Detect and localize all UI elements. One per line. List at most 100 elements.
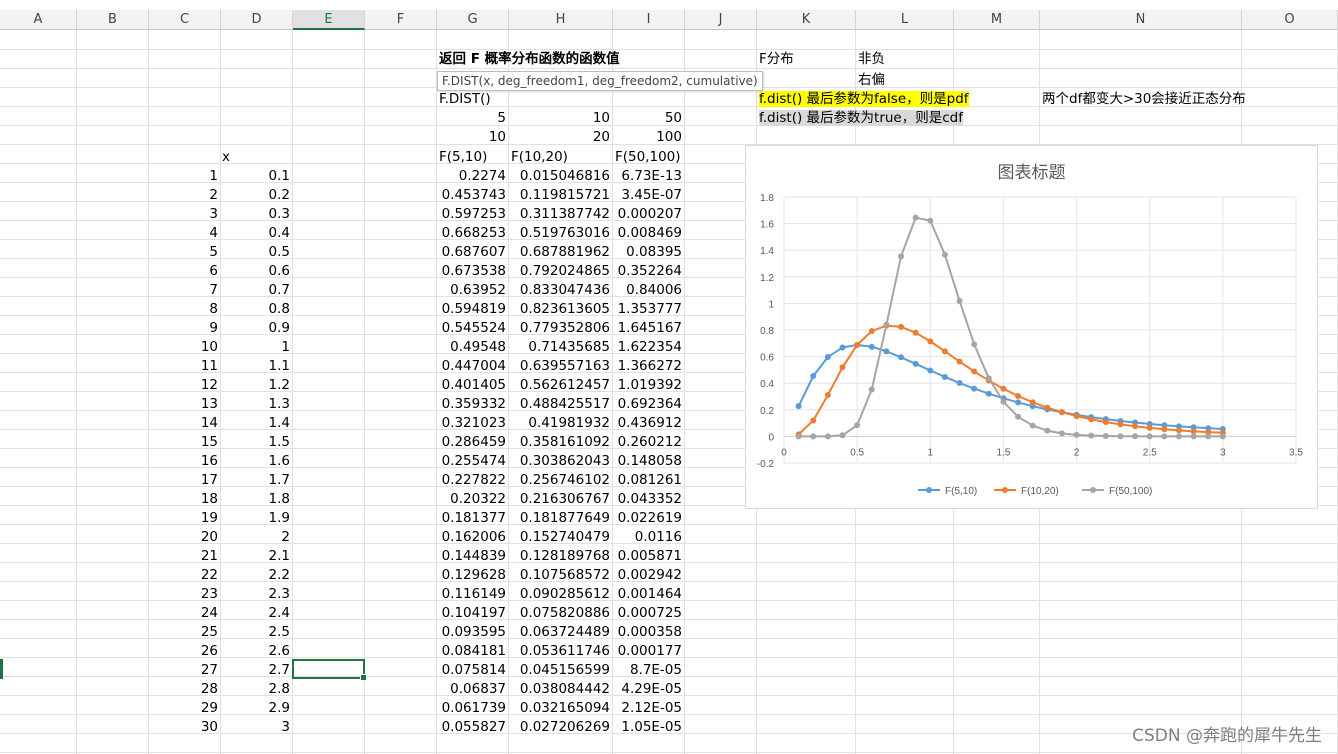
- cell-f50-100[interactable]: 0.436912: [613, 414, 685, 433]
- cell-f5-10[interactable]: 0.144839: [437, 547, 509, 566]
- cell-x[interactable]: 1.7: [221, 471, 293, 490]
- cell-f50-100[interactable]: 0.08395: [613, 243, 685, 262]
- cell-f5-10[interactable]: 0.545524: [437, 319, 509, 338]
- fill-handle[interactable]: [360, 674, 367, 681]
- cell-f50-100[interactable]: 0.081261: [613, 471, 685, 490]
- cell-index[interactable]: 2: [149, 186, 221, 205]
- cell-f5-10[interactable]: 0.286459: [437, 433, 509, 452]
- cell-x[interactable]: 2.8: [221, 680, 293, 699]
- column-header-M[interactable]: M: [954, 10, 1040, 30]
- note-k3[interactable]: f.dist() 最后参数为false，则是pdf: [757, 90, 969, 109]
- chart[interactable]: 图表标题 0 0.5 1 1.5 2 2.5 3 3.5 -0.2 0 0.2 0.4 0.6 0.8 1 1…: [745, 145, 1318, 509]
- series-header[interactable]: F(10,20): [509, 148, 568, 167]
- cell-index[interactable]: 29: [149, 699, 221, 718]
- cell-index[interactable]: 20: [149, 528, 221, 547]
- cell-x[interactable]: 2.4: [221, 604, 293, 623]
- cell-index[interactable]: 28: [149, 680, 221, 699]
- cell-f50-100[interactable]: 0.260212: [613, 433, 685, 452]
- column-header-L[interactable]: L: [856, 10, 954, 30]
- cell-f50-100[interactable]: 4.29E-05: [613, 680, 685, 699]
- cell-f50-100[interactable]: 0.148058: [613, 452, 685, 471]
- cell-index[interactable]: 18: [149, 490, 221, 509]
- cell-f5-10[interactable]: 0.255474: [437, 452, 509, 471]
- cell-f5-10[interactable]: 0.453743: [437, 186, 509, 205]
- column-header-C[interactable]: C: [149, 10, 221, 30]
- cell-x[interactable]: 1.9: [221, 509, 293, 528]
- column-header-E[interactable]: E: [293, 10, 365, 30]
- cell-f10-20[interactable]: 0.639557163: [509, 357, 613, 376]
- cell-f5-10[interactable]: 0.227822: [437, 471, 509, 490]
- cell-index[interactable]: 22: [149, 566, 221, 585]
- cell-f5-10[interactable]: 0.2274: [437, 167, 509, 186]
- cell-index[interactable]: 11: [149, 357, 221, 376]
- cell-x[interactable]: 2.7: [221, 661, 293, 680]
- fdist-label[interactable]: F.DIST(): [437, 90, 491, 109]
- df2-cell[interactable]: 100: [613, 128, 685, 147]
- cell-f5-10[interactable]: 0.673538: [437, 262, 509, 281]
- cell-f10-20[interactable]: 0.107568572: [509, 566, 613, 585]
- cell-f10-20[interactable]: 0.519763016: [509, 224, 613, 243]
- cell-f10-20[interactable]: 0.687881962: [509, 243, 613, 262]
- cell-index[interactable]: 27: [149, 661, 221, 680]
- cell-f10-20[interactable]: 0.152740479: [509, 528, 613, 547]
- cell-f50-100[interactable]: 1.353777: [613, 300, 685, 319]
- cell-f10-20[interactable]: 0.823613605: [509, 300, 613, 319]
- cell-f5-10[interactable]: 0.359332: [437, 395, 509, 414]
- cell-index[interactable]: 4: [149, 224, 221, 243]
- cell-f5-10[interactable]: 0.162006: [437, 528, 509, 547]
- cell-f50-100[interactable]: 2.12E-05: [613, 699, 685, 718]
- cell-f10-20[interactable]: 0.311387742: [509, 205, 613, 224]
- cell-x[interactable]: 2.3: [221, 585, 293, 604]
- cell-f50-100[interactable]: 1.019392: [613, 376, 685, 395]
- cell-x[interactable]: 1: [221, 338, 293, 357]
- cell-index[interactable]: 12: [149, 376, 221, 395]
- cell-f50-100[interactable]: 0.008469: [613, 224, 685, 243]
- column-header-A[interactable]: A: [0, 10, 77, 30]
- cell-f5-10[interactable]: 0.129628: [437, 566, 509, 585]
- cell-f10-20[interactable]: 0.053611746: [509, 642, 613, 661]
- series-header[interactable]: F(50,100): [613, 148, 681, 167]
- cell-f50-100[interactable]: 0.043352: [613, 490, 685, 509]
- cell-x[interactable]: 0.2: [221, 186, 293, 205]
- cell-f50-100[interactable]: 0.0116: [613, 528, 685, 547]
- cell-index[interactable]: 8: [149, 300, 221, 319]
- cell-f5-10[interactable]: 0.63952: [437, 281, 509, 300]
- cell-index[interactable]: 17: [149, 471, 221, 490]
- cell-index[interactable]: 16: [149, 452, 221, 471]
- cell-f50-100[interactable]: 6.73E-13: [613, 167, 685, 186]
- column-header-D[interactable]: D: [221, 10, 293, 30]
- cell-x[interactable]: 1.6: [221, 452, 293, 471]
- column-header-O[interactable]: O: [1242, 10, 1338, 30]
- cell-f10-20[interactable]: 0.027206269: [509, 718, 613, 737]
- cell-f50-100[interactable]: 0.692364: [613, 395, 685, 414]
- cell-index[interactable]: 14: [149, 414, 221, 433]
- cell-index[interactable]: 26: [149, 642, 221, 661]
- cell-f5-10[interactable]: 0.401405: [437, 376, 509, 395]
- cell-f50-100[interactable]: 0.352264: [613, 262, 685, 281]
- cell-f50-100[interactable]: 1.622354: [613, 338, 685, 357]
- cell-f50-100[interactable]: 0.002942: [613, 566, 685, 585]
- cell-f10-20[interactable]: 0.119815721: [509, 186, 613, 205]
- cell-f10-20[interactable]: 0.833047436: [509, 281, 613, 300]
- cell-f50-100[interactable]: 0.001464: [613, 585, 685, 604]
- column-header-G[interactable]: G: [437, 10, 509, 30]
- cell-f10-20[interactable]: 0.032165094: [509, 699, 613, 718]
- cell-x[interactable]: 0.4: [221, 224, 293, 243]
- cell-f10-20[interactable]: 0.488425517: [509, 395, 613, 414]
- cell-x[interactable]: 0.3: [221, 205, 293, 224]
- cell-index[interactable]: 10: [149, 338, 221, 357]
- note-l2[interactable]: 右偏: [856, 71, 885, 90]
- cell-x[interactable]: 1.2: [221, 376, 293, 395]
- cell-f50-100[interactable]: 0.022619: [613, 509, 685, 528]
- cell-index[interactable]: 30: [149, 718, 221, 737]
- x-header[interactable]: x: [220, 148, 230, 167]
- note-l1[interactable]: 非负: [856, 50, 885, 69]
- cell-index[interactable]: 7: [149, 281, 221, 300]
- cell-index[interactable]: 13: [149, 395, 221, 414]
- note-n3[interactable]: 两个df都变大>30会接近正态分布: [1040, 90, 1246, 109]
- cell-f5-10[interactable]: 0.093595: [437, 623, 509, 642]
- cell-x[interactable]: 2.5: [221, 623, 293, 642]
- cell-x[interactable]: 0.5: [221, 243, 293, 262]
- cell-f10-20[interactable]: 0.562612457: [509, 376, 613, 395]
- cell-f50-100[interactable]: 1.05E-05: [613, 718, 685, 737]
